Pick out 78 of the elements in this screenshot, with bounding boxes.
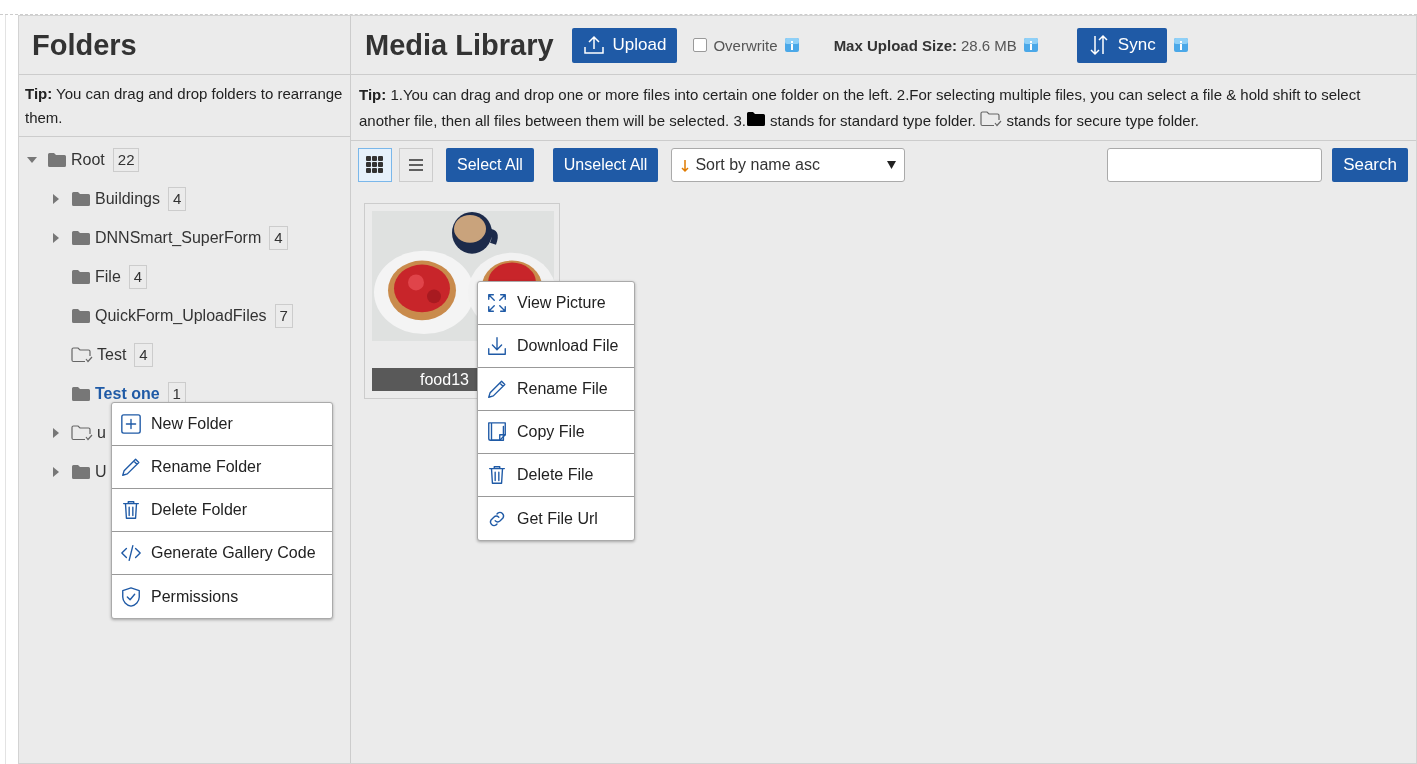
caret-icon[interactable] [51,232,61,243]
caret-icon[interactable] [51,427,61,438]
menu-item[interactable]: Copy File [478,411,634,454]
secure-folder-icon [71,424,93,441]
pencil-icon [120,456,142,478]
folder-name[interactable]: QuickForm_UploadFiles [95,306,267,325]
file-count: 4 [134,342,153,367]
tip-text: Tip: You can drag and drop folders to rearrange them. [19,75,350,137]
menu-item[interactable]: New Folder [112,403,332,446]
max-upload-value: 28.6 MB [961,36,1017,54]
secure-folder-icon [71,346,93,363]
caret-icon[interactable] [51,193,61,204]
search-field[interactable] [1107,148,1323,182]
arrow-down-icon [680,157,691,173]
caret-icon[interactable] [27,154,37,165]
file-count: 4 [167,186,187,211]
folder-name[interactable]: u [97,423,106,442]
trash-icon [486,464,508,486]
file-count: 4 [269,225,288,250]
code-icon [120,542,142,564]
grid-icon [366,156,384,174]
folder-icon [47,151,67,168]
folder-name[interactable]: Test [97,345,127,364]
menu-item[interactable]: Rename Folder [112,446,332,489]
folder-name[interactable]: Test one [95,384,160,403]
tip-text: Tip: 1.You can drag and drop one or more files into certain one folder on the left. 2.For selecting multiple files, you can select a file & hold shift to select another file, then all files between them will be selected. 3. stands for standard type folder. stands for secure type folder. [351,75,1416,141]
plus-icon [120,413,142,435]
folder-icon [71,268,91,285]
menu-item[interactable]: Rename File [478,368,634,411]
info-icon[interactable] [783,37,800,53]
folder-icon [71,307,91,324]
sort-dropdown[interactable]: Sort by name asc [671,148,906,182]
grid-view-button[interactable] [358,148,392,182]
max-upload-label: Max Upload Size: [833,36,957,54]
menu-item[interactable]: Generate Gallery Code [112,532,332,575]
menu-item[interactable]: Permissions [112,575,332,618]
secure-folder-icon [980,111,1003,127]
upload-button[interactable]: Upload [571,27,678,63]
folder-name[interactable]: DNNSmart_SuperForm [95,228,262,247]
folder-name[interactable]: U [95,462,107,481]
folder-icon [71,190,91,207]
folder-icon [71,385,91,402]
sync-button[interactable]: Sync [1076,27,1167,63]
info-icon[interactable] [1022,37,1039,53]
info-icon[interactable] [1172,37,1189,53]
search-button[interactable]: Search [1332,148,1408,182]
menu-item[interactable]: Delete File [478,454,634,497]
panel-title: Folders [32,28,137,62]
menu-item[interactable]: Download File [478,325,634,368]
select-all-button[interactable]: Select All [446,148,534,182]
file-count: 22 [112,147,140,172]
trash-icon [120,499,142,521]
pencil-icon [486,378,508,400]
list-view-button[interactable] [399,148,433,182]
folder-name[interactable]: File [95,267,121,286]
folder-icon [745,111,766,127]
folder-name[interactable]: Buildings [95,189,160,208]
menu-item[interactable]: Delete Folder [112,489,332,532]
menu-item[interactable]: View Picture [478,282,634,325]
unselect-all-button[interactable]: Unselect All [552,148,659,182]
expand-icon [486,292,508,314]
copy-icon [486,421,508,443]
checkbox-label: Overwrite [713,36,778,54]
sync-arrows-icon [1087,34,1110,56]
folder-name[interactable]: Root [71,150,105,169]
download-icon [486,335,508,357]
overwrite-checkbox[interactable] [693,38,708,52]
dropdown-caret-icon [887,161,897,169]
shield-icon [120,585,142,608]
upload-icon [582,35,605,55]
file-count: 4 [128,264,148,289]
list-icon [408,158,424,172]
caret-icon[interactable] [51,466,61,477]
folder-icon [71,229,91,246]
panel-title: Media Library [365,28,554,62]
file-count: 7 [274,303,293,328]
menu-item[interactable]: Get File Url [478,497,634,540]
folder-icon [71,463,91,480]
